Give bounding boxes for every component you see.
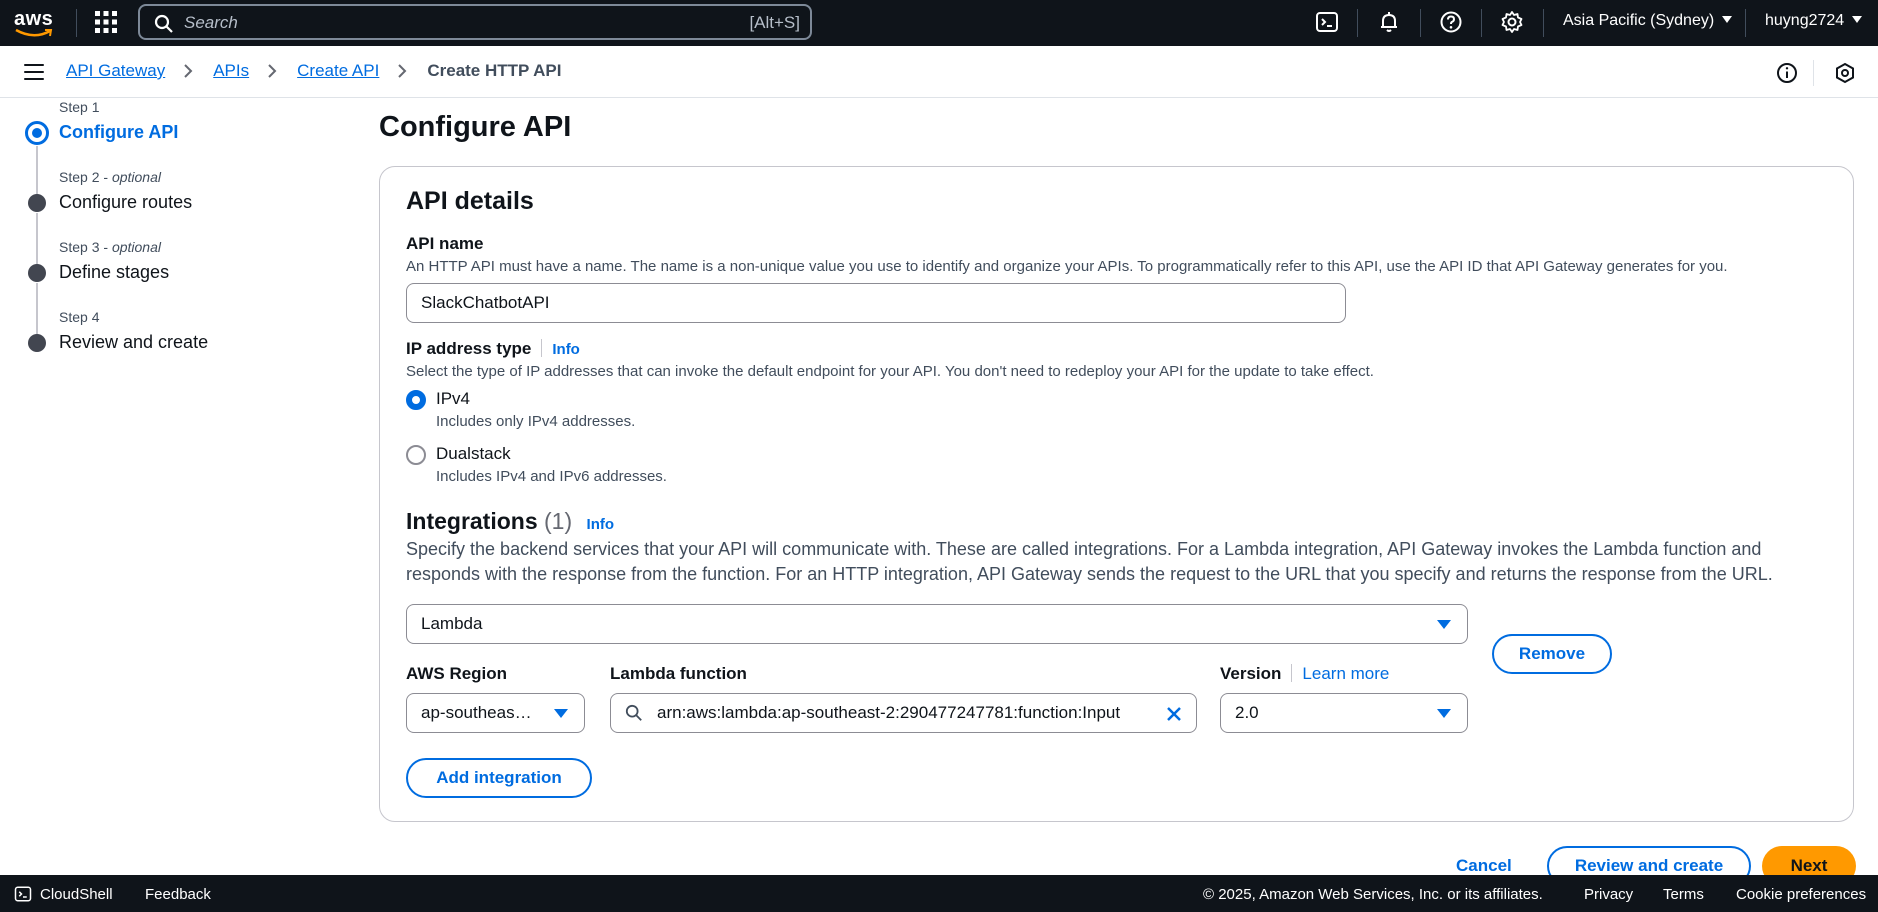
step-1-label: Step 1 [59, 99, 100, 115]
chevron-right-icon [268, 64, 277, 78]
account-name: huyng2724 [1765, 12, 1845, 29]
bell-icon[interactable] [1377, 10, 1401, 34]
footer-feedback[interactable]: Feedback [145, 886, 211, 903]
aws-smile-icon [15, 28, 53, 37]
footer-terms[interactable]: Terms [1663, 886, 1704, 903]
search-icon [154, 14, 173, 33]
integrations-count: (1) [544, 508, 573, 534]
nav-separator [1420, 9, 1421, 37]
settings-icon[interactable] [1500, 10, 1524, 34]
footer-cookie-preferences[interactable]: Cookie preferences [1736, 886, 1866, 903]
version-value: 2.0 [1235, 703, 1259, 722]
integrations-heading: Integrations (1) Info [406, 508, 615, 534]
step-4-indicator [28, 334, 46, 352]
version-select[interactable]: 2.0 [1220, 693, 1468, 733]
lambda-function-input[interactable]: arn:aws:lambda:ap-southeast-2:2904772477… [610, 693, 1197, 733]
step-3-indicator [28, 264, 46, 282]
ipv4-label: IPv4 [436, 389, 471, 408]
step-1-title[interactable]: Configure API [59, 122, 178, 143]
chevron-right-icon [184, 64, 193, 78]
ip-type-info-link[interactable]: Info [552, 341, 580, 358]
aws-logo[interactable]: aws [14, 6, 58, 40]
top-navigation: aws Search [Alt+S] Asia Pacific (Sydney)… [0, 0, 1878, 46]
menu-icon[interactable] [24, 64, 44, 80]
step-3-label: Step 3 - optional [59, 239, 161, 255]
dualstack-description: Includes IPv4 and IPv6 addresses. [436, 468, 667, 485]
footer-cloudshell[interactable]: CloudShell [40, 886, 113, 903]
integration-type-value: Lambda [421, 614, 483, 633]
ipv4-description: Includes only IPv4 addresses. [436, 413, 636, 430]
panel-title: API details [406, 187, 534, 215]
step-connector [36, 283, 38, 340]
search-input[interactable]: Search [Alt+S] [138, 4, 812, 40]
nav-separator [1745, 9, 1746, 37]
help-icon[interactable] [1439, 10, 1463, 34]
search-shortcut: [Alt+S] [749, 13, 800, 32]
integrations-info-link[interactable]: Info [587, 516, 615, 533]
lambda-function-value: arn:aws:lambda:ap-southeast-2:2904772477… [657, 703, 1121, 722]
breadcrumb-bar: API Gateway APIs Create API Create HTTP … [0, 46, 1878, 98]
breadcrumb-apis[interactable]: APIs [213, 61, 249, 81]
learn-more-link[interactable]: Learn more [1302, 664, 1389, 683]
breadcrumb-create-api[interactable]: Create API [297, 61, 379, 81]
api-details-panel: API details API name An HTTP API must ha… [379, 166, 1854, 822]
caret-down-icon [1852, 16, 1863, 23]
footer-privacy[interactable]: Privacy [1584, 886, 1633, 903]
api-name-description: An HTTP API must have a name. The name i… [406, 258, 1728, 275]
step-3-title[interactable]: Define stages [59, 262, 169, 283]
cloudshell-icon[interactable] [1315, 10, 1339, 34]
nav-separator [1357, 9, 1358, 37]
search-placeholder: Search [184, 13, 238, 32]
integrations-description: Specify the backend services that your A… [406, 539, 1773, 584]
services-grid-icon[interactable] [95, 11, 117, 33]
region-label: Asia Pacific (Sydney) [1563, 12, 1715, 29]
nav-divider [76, 9, 77, 37]
aws-region-value: ap-southeas… [421, 703, 532, 722]
search-icon [625, 704, 642, 721]
clear-icon[interactable] [1164, 704, 1184, 724]
nav-separator [1481, 9, 1482, 37]
dualstack-label: Dualstack [436, 444, 511, 463]
step-4-title[interactable]: Review and create [59, 332, 208, 353]
step-2-label: Step 2 - optional [59, 169, 161, 185]
aws-region-select[interactable]: ap-southeas… [406, 693, 585, 733]
utility-separator [1813, 60, 1814, 86]
caret-down-icon [1437, 620, 1451, 629]
breadcrumb-api-gateway[interactable]: API Gateway [66, 61, 165, 81]
security-panel-icon[interactable] [1834, 62, 1856, 84]
remove-button[interactable]: Remove [1492, 634, 1612, 674]
cloudshell-icon [14, 886, 32, 902]
ip-type-description: Select the type of IP addresses that can… [406, 363, 1374, 380]
caret-down-icon [1722, 16, 1733, 23]
add-integration-button[interactable]: Add integration [406, 758, 592, 798]
footer-copyright: © 2025, Amazon Web Services, Inc. or its… [1203, 886, 1543, 903]
api-name-label: API name [406, 234, 484, 253]
caret-down-icon [554, 709, 568, 718]
step-1-indicator [25, 121, 49, 145]
breadcrumb-current: Create HTTP API [427, 61, 562, 80]
step-connector [36, 146, 38, 198]
ip-type-label: IP address type Info [406, 339, 580, 358]
ipv4-radio[interactable] [406, 390, 426, 410]
chevron-right-icon [398, 64, 407, 78]
nav-separator [1543, 9, 1544, 37]
account-menu[interactable]: huyng2724 [1765, 12, 1863, 30]
api-name-input[interactable]: SlackChatbotAPI [406, 283, 1346, 323]
info-panel-icon[interactable] [1776, 62, 1798, 84]
step-2-title[interactable]: Configure routes [59, 192, 192, 213]
version-label: Version Learn more [1220, 664, 1390, 683]
caret-down-icon [1437, 709, 1451, 718]
step-connector [36, 213, 38, 269]
lambda-function-label: Lambda function [610, 664, 747, 683]
integration-type-select[interactable]: Lambda [406, 604, 1468, 644]
dualstack-radio[interactable] [406, 445, 426, 465]
page-title: Configure API [379, 111, 572, 143]
step-4-label: Step 4 [59, 309, 100, 325]
footer: CloudShell Feedback © 2025, Amazon Web S… [0, 875, 1878, 912]
region-selector[interactable]: Asia Pacific (Sydney) [1563, 12, 1733, 30]
breadcrumb: API Gateway APIs Create API Create HTTP … [66, 61, 562, 81]
aws-region-label: AWS Region [406, 664, 508, 683]
cancel-button[interactable]: Cancel [1456, 856, 1512, 876]
step-2-indicator [28, 194, 46, 212]
